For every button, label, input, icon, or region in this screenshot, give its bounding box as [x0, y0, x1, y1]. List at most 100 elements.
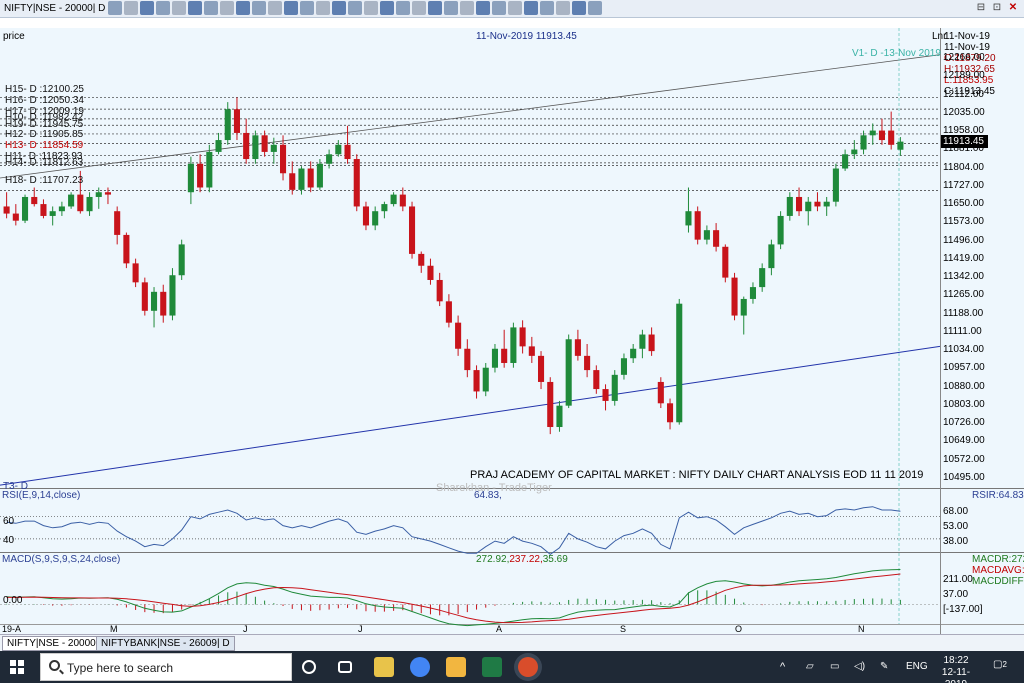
candle-body: [40, 204, 47, 216]
candle-body: [528, 346, 535, 356]
pen-icon[interactable]: ✎: [880, 661, 888, 672]
notification-icon[interactable]: ▢2: [993, 659, 1011, 675]
candle-body: [602, 389, 609, 401]
chart-canvas[interactable]: [0, 0, 1024, 634]
excel-icon[interactable]: [482, 657, 502, 677]
candle-body: [58, 206, 65, 212]
analysis-caption: PRAJ ACADEMY OF CAPITAL MARKET : NIFTY D…: [470, 469, 924, 481]
candle-body: [823, 201, 830, 207]
candle-body: [565, 339, 572, 406]
macd-title[interactable]: MACD(S,9,S,9,S,24,close): [2, 554, 120, 565]
candle-body: [289, 173, 296, 190]
candle-body: [279, 144, 287, 174]
macd-signal-line: [6, 573, 901, 624]
candle-body: [104, 192, 112, 195]
candle-body: [408, 206, 416, 254]
candle-body: [252, 135, 259, 160]
price-tick-label: 11342.00: [943, 271, 984, 283]
price-tick-label: 10572.00: [943, 453, 985, 465]
candle-body: [860, 135, 867, 150]
price-label: price: [3, 31, 25, 42]
rsi-line: [6, 506, 901, 556]
candle-body: [362, 206, 370, 226]
task-view-icon[interactable]: [338, 661, 352, 673]
candle-body: [805, 201, 812, 212]
price-tick-label: 11188.00: [943, 307, 984, 319]
candle-body: [620, 358, 628, 375]
candle-body: [114, 211, 121, 235]
price-tick-label: 10495.00: [943, 472, 985, 483]
windows-start-icon[interactable]: [10, 660, 24, 674]
macd-values: 272.92,237.22,35.69: [476, 554, 568, 565]
candle-body: [243, 132, 250, 160]
candle-body: [206, 151, 213, 188]
candle-body: [676, 303, 683, 423]
candle-body: [759, 268, 766, 288]
taskbar-search-box[interactable]: Type here to search: [40, 653, 292, 681]
tradetiger-icon[interactable]: [518, 657, 538, 677]
x-axis-label: A: [496, 624, 503, 634]
candle-body: [888, 130, 895, 145]
candle-body: [399, 194, 406, 207]
language-indicator[interactable]: ENG: [906, 661, 928, 672]
price-tick-label: 11650.00: [943, 198, 984, 210]
candle-body: [178, 244, 185, 276]
chevron-up-icon[interactable]: ^: [780, 661, 785, 673]
price-tick-label: 11111.00: [943, 325, 982, 337]
candle-body: [270, 144, 277, 152]
candle-body: [685, 211, 692, 226]
level-label: H12- D :11905.85: [5, 129, 84, 140]
cortana-icon[interactable]: [302, 660, 316, 674]
rsi-title[interactable]: RSI(E,9,14,close): [2, 490, 80, 501]
candle-body: [694, 211, 701, 240]
volume-icon[interactable]: ◁): [854, 661, 865, 672]
candle-body: [418, 253, 425, 266]
candle-body: [547, 381, 554, 428]
chrome-icon[interactable]: [410, 657, 430, 677]
rsi-level-40: 40: [3, 535, 15, 546]
candle-body: [353, 159, 360, 207]
macd-tick: 37.00: [943, 589, 969, 600]
candle-body: [832, 168, 839, 202]
rsi-tick: 68.00: [943, 506, 969, 517]
candle-body: [123, 234, 130, 264]
candle-body: [436, 279, 443, 302]
price-tick-label: 10803.00: [943, 398, 985, 410]
tab-niftybank[interactable]: NIFTYBANK|NSE - 26009| D: [96, 636, 235, 651]
folder-icon[interactable]: [446, 657, 466, 677]
sheet-tab-bar: NIFTY|NSE - 20000| D NIFTYBANK|NSE - 260…: [0, 634, 1024, 651]
ohlc-info-box: 11-Nov-19 11-Nov-19 O:11879.20 H:11932.6…: [944, 31, 1024, 97]
candle-body: [630, 348, 637, 359]
file-explorer-icon[interactable]: [374, 657, 394, 677]
candle-body: [427, 265, 434, 280]
battery-icon[interactable]: ▭: [830, 661, 839, 672]
macd-zero-label: 0.00: [3, 595, 23, 606]
candle-body: [12, 213, 19, 221]
rsi-tick: 53.00: [943, 521, 969, 532]
candle-body: [160, 291, 167, 316]
axis-separator: [940, 28, 941, 634]
price-tick-label: 11265.00: [943, 289, 984, 301]
candle-body: [482, 367, 489, 392]
date-price-header: 11-Nov-2019 11913.45: [476, 31, 577, 42]
x-axis-label: J: [243, 624, 248, 634]
price-tick-label: 12189.00: [943, 70, 985, 82]
x-axis-label: M: [110, 624, 118, 634]
x-axis-label: O: [735, 624, 743, 634]
candle-body: [68, 194, 75, 207]
search-placeholder: Type here to search: [67, 661, 174, 675]
candle-body: [842, 154, 849, 169]
candle-body: [740, 298, 747, 316]
candle-body: [95, 192, 102, 197]
rsi-right-label: RSIR:64.83: [972, 490, 1024, 501]
taskbar-clock[interactable]: 18:22 12-11-2019: [934, 655, 978, 683]
candle-body: [584, 355, 591, 371]
candle-body: [335, 144, 342, 155]
price-tick-label: 11419.00: [943, 252, 984, 264]
macd-line: [6, 569, 901, 627]
current-price-marker: 11913.45: [941, 135, 988, 148]
candle-body: [556, 405, 563, 428]
network-icon[interactable]: ▱: [806, 661, 814, 672]
price-tick-label: 11804.00: [943, 161, 984, 173]
level-label: H15- D :12100.25: [5, 84, 84, 95]
